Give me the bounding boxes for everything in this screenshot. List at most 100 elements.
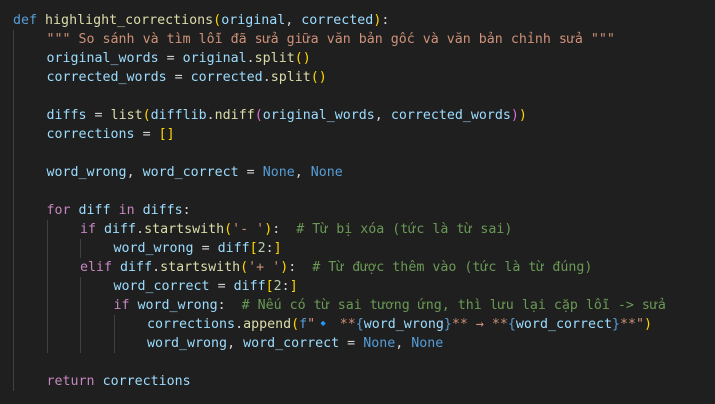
code-token: =: [86, 108, 111, 123]
code-token: ): [518, 108, 527, 123]
code-token: '+ ': [248, 260, 281, 275]
code-token: (: [240, 260, 249, 275]
code-token: =: [238, 165, 263, 180]
code-token: corrected_words: [46, 70, 167, 85]
code-token: (: [254, 108, 263, 123]
code-token: {: [507, 317, 516, 332]
code-line[interactable]: if diff.startswith('- '): # Từ bị xóa (t…: [80, 220, 512, 239]
code-token: =: [209, 279, 234, 294]
code-token: word_correct: [142, 165, 239, 180]
code-token: ,: [227, 336, 244, 351]
code-token: original: [182, 51, 247, 66]
code-token: =: [134, 127, 159, 142]
code-token: [: [249, 241, 258, 256]
code-token: .: [262, 70, 271, 85]
code-line[interactable]: word_wrong, word_correct = None, None: [47, 163, 343, 182]
code-token: ): [264, 222, 273, 237]
code-token: (: [213, 13, 222, 28]
code-token: if: [113, 298, 130, 313]
code-token: ,: [285, 13, 302, 28]
code-token: =: [339, 336, 364, 351]
code-token: word_correct: [113, 279, 210, 294]
code-token: 2: [273, 279, 282, 294]
code-token: startswith: [160, 260, 241, 275]
code-token: def: [13, 13, 38, 28]
code-token: split: [270, 70, 311, 85]
code-token: **": [620, 317, 645, 332]
code-token: corrected: [301, 13, 374, 28]
code-token: ,: [126, 165, 143, 180]
code-token: =: [158, 51, 183, 66]
code-token: elif: [80, 260, 113, 275]
code-token: {: [355, 317, 364, 332]
code-token: .: [152, 260, 161, 275]
code-token: ]: [289, 279, 298, 294]
code-token: =: [193, 241, 218, 256]
code-token: # Từ được thêm vào (tức là từ đúng): [312, 260, 593, 275]
code-editor[interactable]: def highlight_corrections(original, corr…: [0, 0, 715, 404]
code-token: .: [246, 51, 255, 66]
code-token: :: [381, 13, 390, 28]
code-token: startswith: [144, 222, 225, 237]
code-line[interactable]: word_correct = diff[2:]: [114, 277, 298, 296]
code-token: .: [136, 222, 145, 237]
code-token: split: [254, 51, 295, 66]
code-token: word_wrong: [147, 336, 228, 351]
indent-guide: [46, 220, 48, 353]
code-token: [: [265, 279, 274, 294]
code-token: :: [288, 260, 313, 275]
code-line[interactable]: elif diff.startswith('+ '): # Từ được th…: [80, 258, 592, 277]
code-line[interactable]: corrected_words = corrected.split(): [47, 68, 327, 87]
code-token: (: [224, 222, 233, 237]
code-token: ,: [395, 336, 412, 351]
code-token: if: [80, 222, 97, 237]
code-token: diff: [120, 260, 153, 275]
code-line[interactable]: """ So sánh và tìm lỗi đã sửa giữa văn b…: [47, 30, 615, 49]
code-line[interactable]: def highlight_corrections(original, corr…: [13, 11, 389, 30]
code-token: in: [118, 203, 135, 218]
code-token: corrected_words: [390, 108, 511, 123]
code-token: (: [291, 317, 300, 332]
code-token: original_words: [46, 51, 159, 66]
code-token: word_correct: [243, 336, 340, 351]
code-token: word_wrong: [363, 317, 444, 332]
code-token: word_correct: [515, 317, 612, 332]
code-token: ": [307, 317, 316, 332]
code-line[interactable]: return corrections: [47, 372, 191, 391]
code-token: word_wrong: [46, 165, 127, 180]
code-token: original_words: [262, 108, 375, 123]
code-token: difflib: [150, 108, 207, 123]
code-line[interactable]: for diff in diffs:: [47, 201, 191, 220]
code-line[interactable]: original_words = original.split(): [47, 49, 311, 68]
code-token: corrections: [46, 127, 135, 142]
code-token: diff: [78, 203, 111, 218]
code-line[interactable]: word_wrong = diff[2:]: [114, 239, 282, 258]
code-token: original: [221, 13, 286, 28]
code-line[interactable]: corrections = []: [47, 125, 175, 144]
code-token: }: [443, 317, 452, 332]
code-line[interactable]: word_wrong, word_correct = None, None: [147, 334, 443, 353]
code-token: corrections: [147, 317, 236, 332]
code-token: '- ': [232, 222, 265, 237]
code-token: :: [182, 203, 191, 218]
code-line[interactable]: diffs = list(difflib.ndiff(original_word…: [47, 106, 527, 125]
code-token: None: [310, 165, 343, 180]
code-token: ): [510, 108, 519, 123]
code-token: append: [243, 317, 292, 332]
code-line[interactable]: if word_wrong: # Nếu có từ sai tương ứng…: [114, 296, 666, 315]
code-line[interactable]: corrections.append(f"🔹 **{word_wrong}** …: [147, 315, 652, 334]
code-token: ): [644, 317, 653, 332]
code-token: ** → **: [451, 317, 508, 332]
code-token: []: [158, 127, 175, 142]
code-token: :: [272, 222, 297, 237]
code-token: for: [46, 203, 71, 218]
code-token: highlight_corrections: [45, 13, 214, 28]
code-token: =: [166, 70, 191, 85]
code-token: (: [142, 108, 151, 123]
code-token: (): [294, 51, 311, 66]
